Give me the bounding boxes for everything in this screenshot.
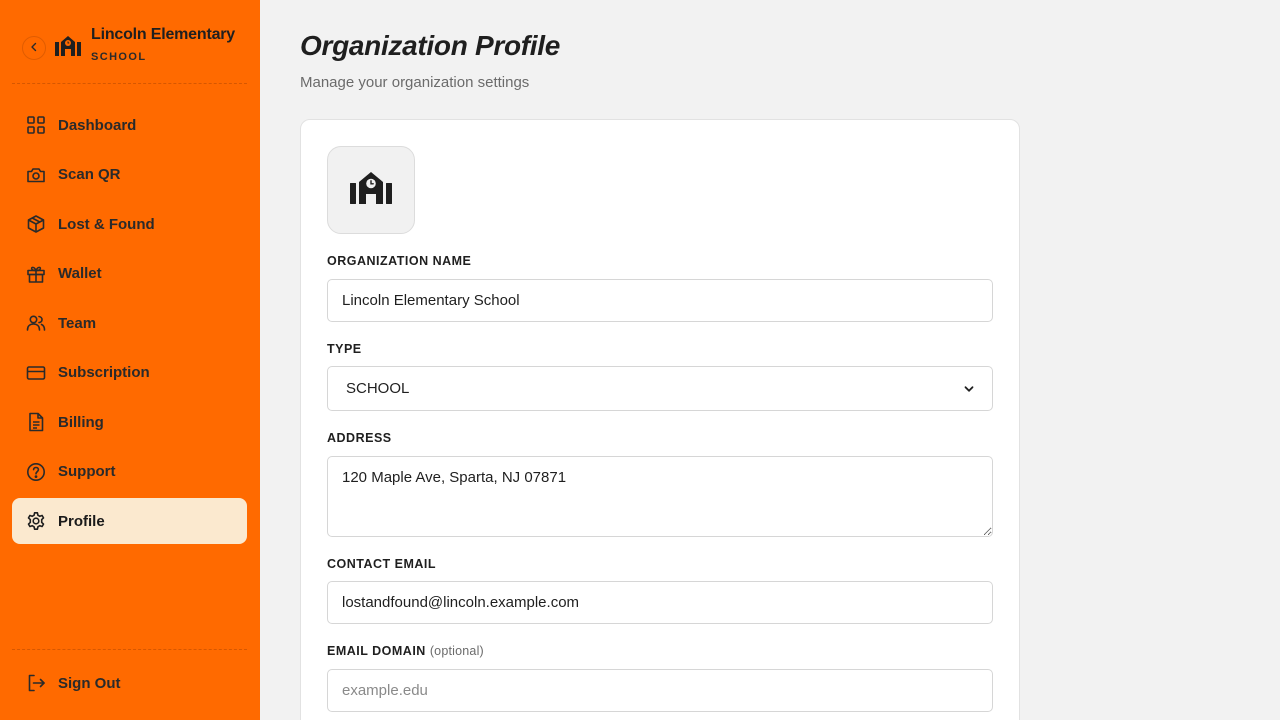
sidebar-item-billing[interactable]: Billing bbox=[12, 399, 247, 445]
sidebar-nav: Dashboard Scan QR Lost & Found Wallet Te… bbox=[12, 102, 247, 548]
help-circle-icon bbox=[26, 462, 46, 482]
sidebar-item-label: Support bbox=[58, 463, 116, 480]
sidebar-footer: Sign Out bbox=[12, 649, 247, 692]
sidebar-item-label: Billing bbox=[58, 413, 104, 431]
page-subtitle: Manage your organization settings bbox=[300, 74, 530, 91]
sidebar-item-subscription[interactable]: Subscription bbox=[12, 350, 247, 396]
school-icon bbox=[54, 32, 82, 60]
users-icon bbox=[26, 313, 46, 333]
chevron-left-icon bbox=[29, 39, 39, 57]
sign-out-button[interactable]: Sign Out bbox=[12, 660, 247, 706]
sidebar-item-label: Dashboard bbox=[58, 116, 137, 134]
sidebar-item-dashboard[interactable]: Dashboard bbox=[12, 102, 247, 148]
sidebar-item-label: Scan QR bbox=[58, 166, 121, 183]
school-icon bbox=[349, 170, 393, 211]
organization-name-label: ORGANIZATION NAME bbox=[327, 254, 472, 268]
contact-email-input[interactable] bbox=[327, 581, 993, 624]
organization-name: Lincoln Elementary School bbox=[91, 26, 239, 43]
sidebar-item-label: Profile bbox=[58, 512, 105, 530]
profile-card: ORGANIZATION NAME TYPE SCHOOL ADDRESS 12… bbox=[300, 119, 1020, 720]
sidebar-item-label: Team bbox=[58, 314, 97, 332]
optional-hint: (optional) bbox=[429, 644, 484, 658]
sidebar-item-lost-found[interactable]: Lost & Found bbox=[12, 201, 247, 247]
gift-icon bbox=[26, 264, 46, 284]
email-domain-label: EMAIL DOMAIN (optional) bbox=[327, 644, 484, 658]
address-label: ADDRESS bbox=[327, 431, 392, 445]
sidebar-item-label: Lost & Found bbox=[58, 215, 155, 233]
sidebar-item-label: Subscription bbox=[58, 364, 150, 381]
type-select[interactable]: SCHOOL bbox=[327, 366, 993, 411]
page-title: Organization Profile bbox=[300, 30, 561, 61]
box-icon bbox=[26, 214, 46, 234]
sidebar-item-label: Wallet bbox=[58, 265, 102, 282]
organization-name-input[interactable] bbox=[327, 279, 993, 322]
sidebar-header: Lincoln Elementary School SCHOOL bbox=[12, 20, 247, 84]
gear-icon bbox=[26, 511, 46, 531]
sidebar-item-scan-qr[interactable]: Scan QR bbox=[12, 152, 247, 198]
contact-email-label: CONTACT EMAIL bbox=[327, 557, 437, 571]
camera-icon bbox=[26, 165, 46, 185]
email-domain-label-text: EMAIL DOMAIN bbox=[327, 644, 426, 658]
sign-out-label: Sign Out bbox=[58, 674, 121, 692]
sidebar-item-support[interactable]: Support bbox=[12, 449, 247, 495]
credit-card-icon bbox=[26, 363, 46, 383]
sidebar-item-team[interactable]: Team bbox=[12, 300, 247, 346]
chevron-down-icon bbox=[964, 380, 974, 398]
sidebar-item-wallet[interactable]: Wallet bbox=[12, 251, 247, 297]
address-textarea[interactable]: 120 Maple Ave, Sparta, NJ 07871 bbox=[327, 456, 993, 537]
main-content: Organization Profile Manage your organiz… bbox=[260, 0, 1280, 720]
collapse-sidebar-button[interactable] bbox=[22, 36, 46, 60]
email-domain-input[interactable] bbox=[327, 669, 993, 712]
type-label: TYPE bbox=[327, 342, 362, 356]
log-out-icon bbox=[26, 673, 46, 693]
organization-logo-upload[interactable] bbox=[327, 146, 415, 234]
document-icon bbox=[26, 412, 46, 432]
sidebar-item-profile[interactable]: Profile bbox=[12, 498, 247, 544]
type-select-value: SCHOOL bbox=[346, 380, 410, 397]
organization-type: SCHOOL bbox=[91, 51, 147, 63]
grid-icon bbox=[26, 115, 46, 135]
sidebar: Lincoln Elementary School SCHOOL Dashboa… bbox=[0, 0, 260, 720]
